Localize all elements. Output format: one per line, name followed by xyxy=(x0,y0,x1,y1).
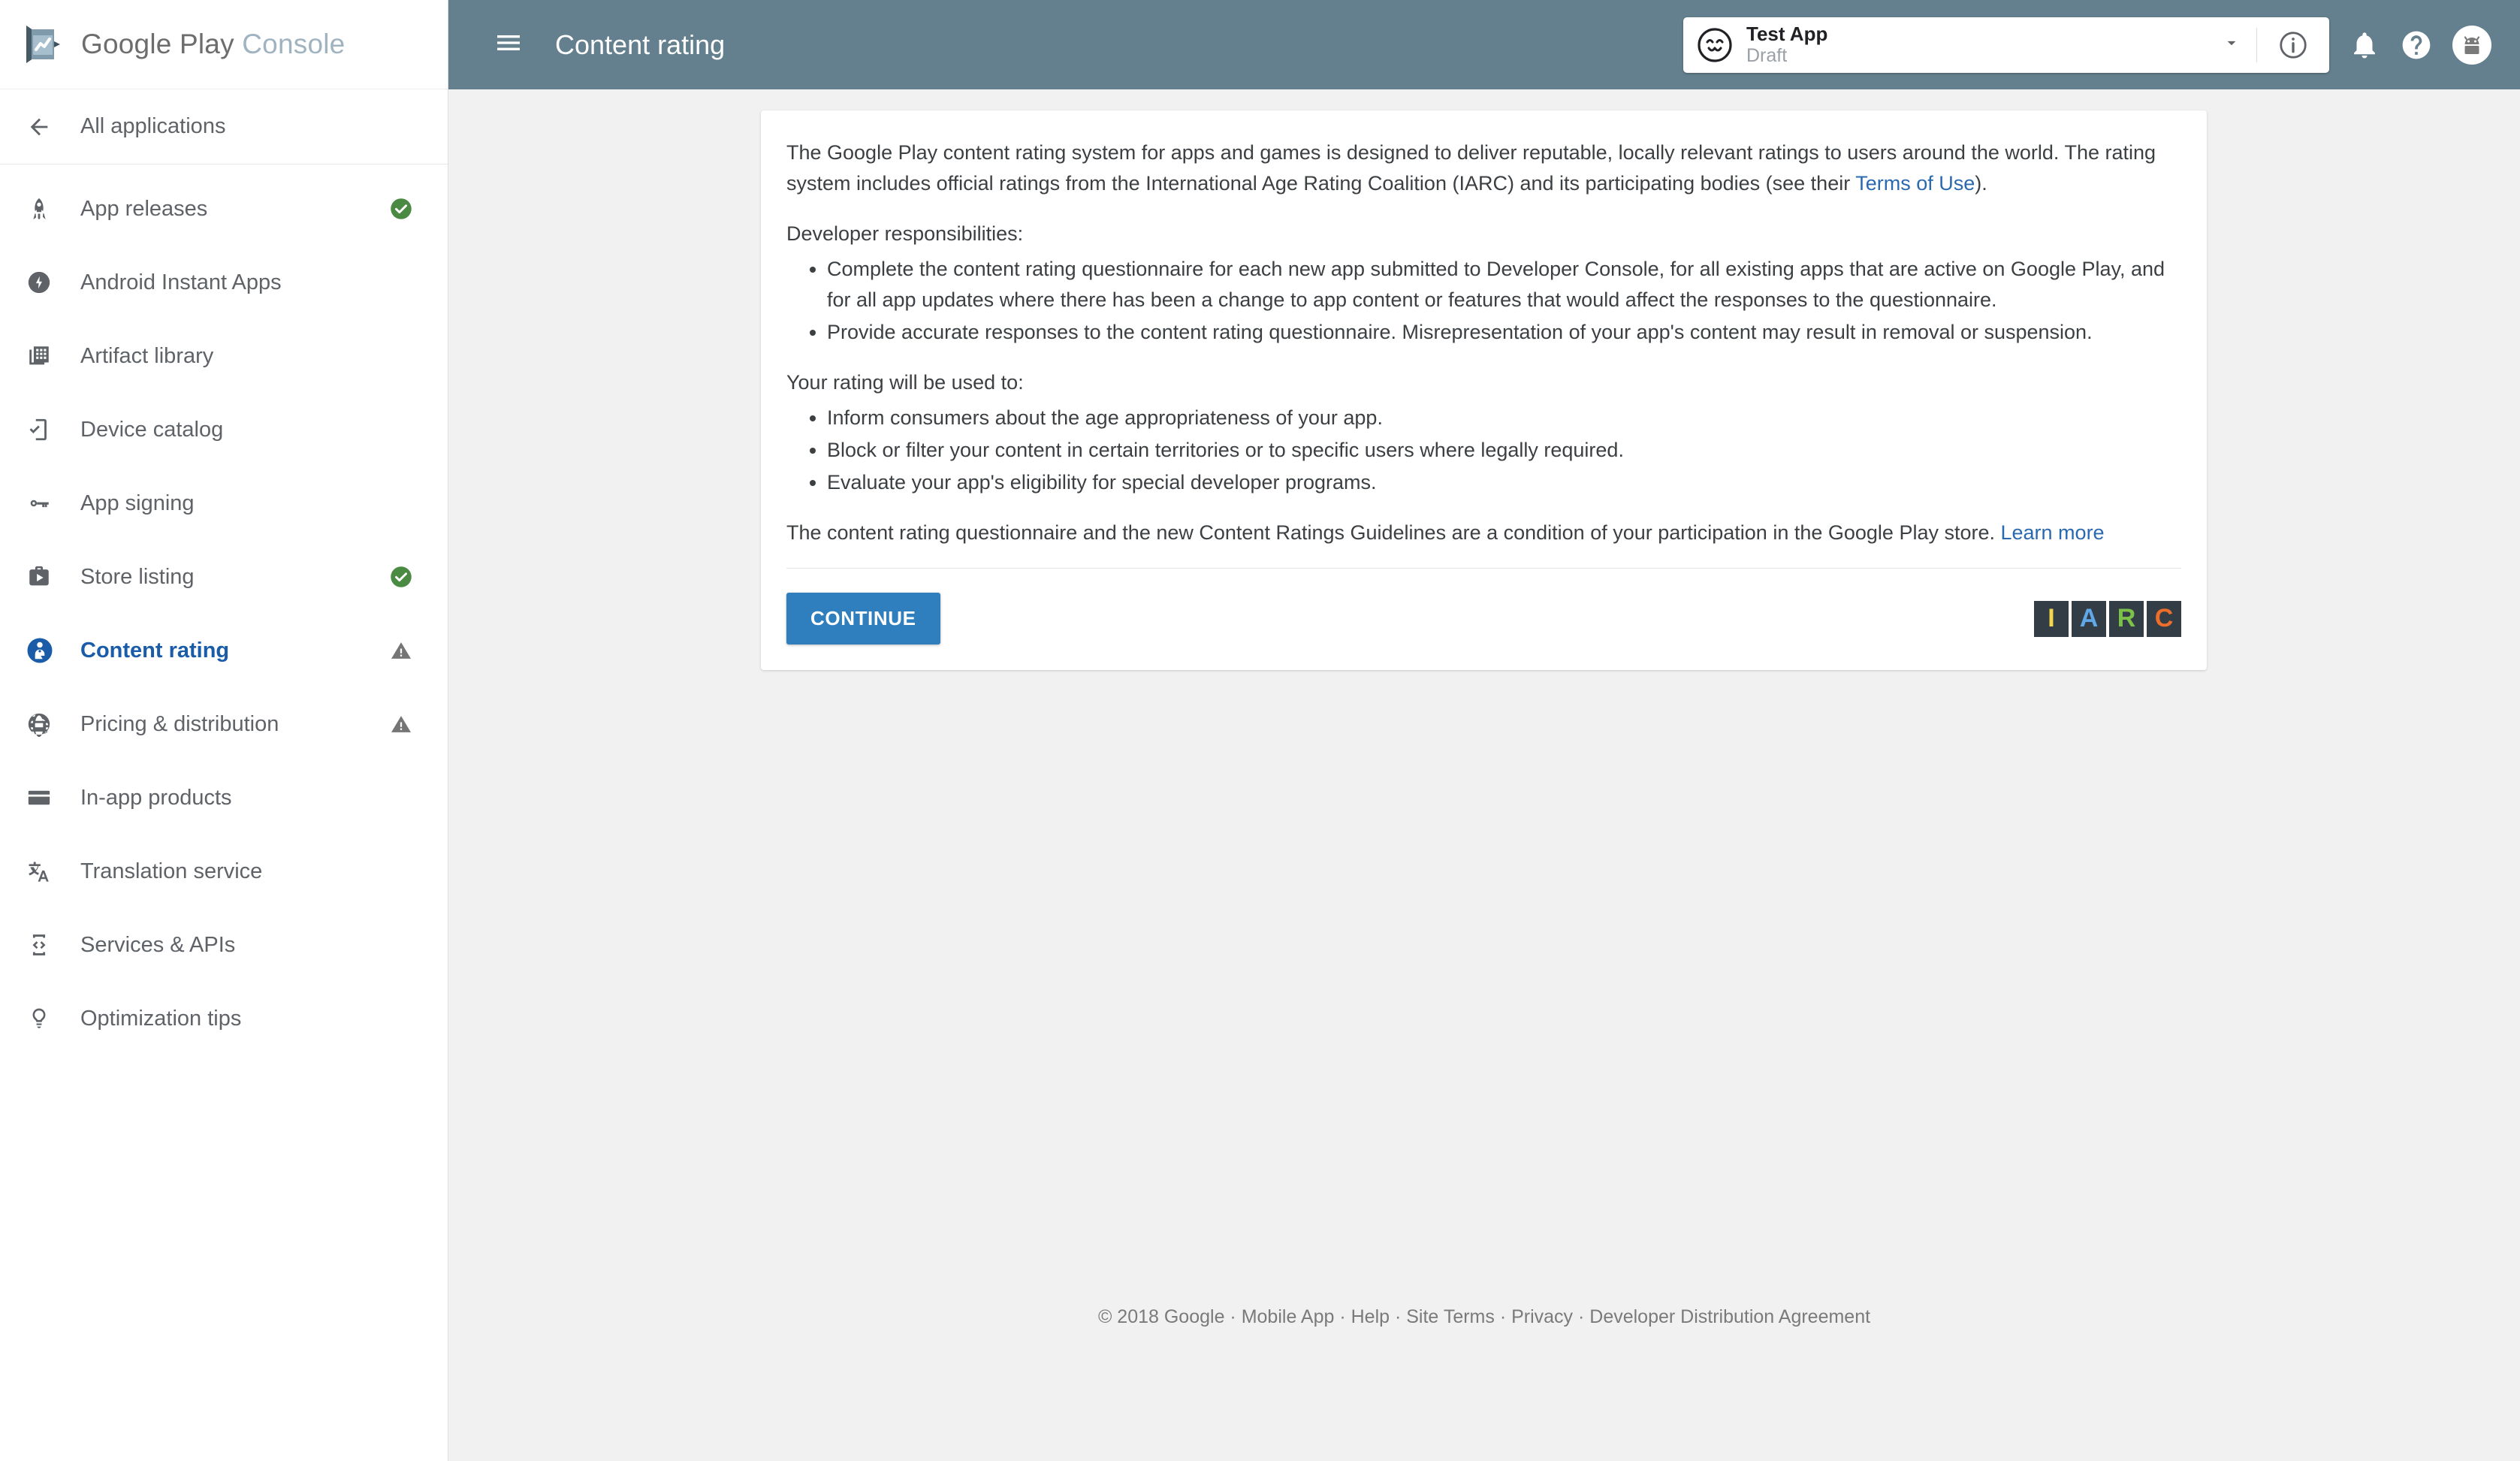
closing-text: The content rating questionnaire and the… xyxy=(786,521,2001,544)
bolt-circle-icon xyxy=(26,270,67,295)
sidebar-item-label: Content rating xyxy=(80,638,230,663)
sidebar-item-translation-service[interactable]: Translation service xyxy=(0,835,448,908)
translate-icon xyxy=(26,859,67,884)
app-selector-meta: Test App Draft xyxy=(1746,23,1827,66)
sidebar-item-pricing-distribution[interactable]: Pricing & distribution xyxy=(0,687,448,761)
usage-item: Inform consumers about the age appropria… xyxy=(827,403,2181,433)
help-circle-icon[interactable] xyxy=(2400,29,2433,62)
topbar: Content rating Test App Draft xyxy=(448,0,2520,89)
play-console-logo-icon xyxy=(21,23,65,66)
learn-more-link[interactable]: Learn more xyxy=(2001,521,2105,544)
app-name: Test App xyxy=(1746,22,1828,45)
app-state-label: Draft xyxy=(1746,45,1788,67)
responsibility-item: Complete the content rating questionnair… xyxy=(827,254,2181,315)
iarc-letter-r: R xyxy=(2109,600,2144,637)
info-circle-icon[interactable] xyxy=(2257,29,2329,61)
iarc-letter-i: I xyxy=(2034,600,2069,637)
card-divider xyxy=(786,568,2181,569)
library-icon xyxy=(26,343,67,369)
sidebar-item-label: Pricing & distribution xyxy=(80,711,279,736)
app-selector[interactable]: Test App Draft xyxy=(1683,17,2329,73)
code-device-icon xyxy=(26,932,67,958)
terms-of-use-link[interactable]: Terms of Use xyxy=(1855,172,1975,195)
sidebar-item-label: In-app products xyxy=(80,785,232,810)
closing-paragraph: The content rating questionnaire and the… xyxy=(786,518,2181,548)
sidebar-item-label: Store listing xyxy=(80,564,195,589)
content-rating-card: The Google Play content rating system fo… xyxy=(761,110,2207,670)
sidebar-item-services-apis[interactable]: Services & APIs xyxy=(0,908,448,982)
sidebar-nav-list: App releases Android Instant Apps Artifact… xyxy=(0,165,448,1055)
intro-paragraph: The Google Play content rating system fo… xyxy=(786,137,2181,199)
sidebar-item-content-rating[interactable]: Content rating xyxy=(0,614,448,687)
sidebar-item-all-applications[interactable]: All applications xyxy=(0,89,448,165)
sidebar: Google Play Console All applications App… xyxy=(0,0,448,1461)
topbar-actions: Test App Draft xyxy=(1683,17,2520,73)
sidebar-item-artifact-library[interactable]: Artifact library xyxy=(0,319,448,393)
main-content: The Google Play content rating system fo… xyxy=(448,89,2520,1461)
key-icon xyxy=(26,491,67,516)
responsibilities-heading: Developer responsibilities: xyxy=(786,222,1024,245)
brand-title-secondary: Console xyxy=(242,29,346,59)
responsibilities-list: Complete the content rating questionnair… xyxy=(786,254,2181,348)
sidebar-item-label: App signing xyxy=(80,491,195,515)
arrow-left-icon xyxy=(26,114,67,140)
footer-text: © 2018 Google · Mobile App · Help · Site… xyxy=(1097,1306,1871,1327)
hamburger-menu-icon[interactable] xyxy=(493,28,524,62)
iarc-logo: IARC xyxy=(2034,600,2181,637)
status-warning-icon xyxy=(385,639,418,662)
store-icon xyxy=(26,564,67,590)
android-avatar-icon[interactable] xyxy=(2452,25,2491,65)
intro-text-b: ). xyxy=(1975,172,1987,195)
sidebar-item-android-instant-apps[interactable]: Android Instant Apps xyxy=(0,246,448,319)
smiley-face-icon xyxy=(1697,27,1733,63)
responsibility-item: Provide accurate responses to the conten… xyxy=(827,317,2181,348)
person-badge-icon xyxy=(26,637,67,664)
sidebar-item-app-releases[interactable]: App releases xyxy=(0,172,448,246)
iarc-letter-c: C xyxy=(2147,600,2181,637)
iarc-letter-a: A xyxy=(2072,600,2106,637)
brand-header[interactable]: Google Play Console xyxy=(0,0,448,89)
sidebar-item-label: Artifact library xyxy=(80,343,214,368)
sidebar-item-label: Translation service xyxy=(80,859,263,883)
device-check-icon xyxy=(26,417,67,442)
globe-icon xyxy=(26,711,67,737)
usage-heading: Your rating will be used to: xyxy=(786,371,1024,394)
status-complete-icon xyxy=(385,198,418,220)
bell-icon[interactable] xyxy=(2349,29,2380,61)
footer: © 2018 Google · Mobile App · Help · Site… xyxy=(448,1306,2520,1328)
page-title: Content rating xyxy=(555,29,726,60)
chevron-down-icon[interactable] xyxy=(2222,33,2241,56)
brand-title: Google Play Console xyxy=(81,29,345,60)
card-icon xyxy=(26,785,67,810)
usage-item: Block or filter your content in certain … xyxy=(827,435,2181,466)
sidebar-item-label: Android Instant Apps xyxy=(80,270,282,294)
status-complete-icon xyxy=(385,566,418,588)
lightbulb-icon xyxy=(26,1006,67,1031)
brand-title-primary: Google Play xyxy=(81,29,234,59)
sidebar-item-label: Optimization tips xyxy=(80,1006,242,1031)
status-warning-icon xyxy=(385,713,418,735)
sidebar-item-store-listing[interactable]: Store listing xyxy=(0,540,448,614)
sidebar-item-label: All applications xyxy=(80,114,226,138)
rocket-icon xyxy=(26,196,67,222)
usage-list: Inform consumers about the age appropria… xyxy=(786,403,2181,498)
sidebar-item-in-app-products[interactable]: In-app products xyxy=(0,761,448,835)
sidebar-item-app-signing[interactable]: App signing xyxy=(0,466,448,540)
card-actions: CONTINUE IARC xyxy=(786,593,2181,644)
sidebar-item-device-catalog[interactable]: Device catalog xyxy=(0,393,448,466)
continue-button[interactable]: CONTINUE xyxy=(786,593,940,644)
usage-item: Evaluate your app's eligibility for spec… xyxy=(827,467,2181,498)
sidebar-item-label: Services & APIs xyxy=(80,932,236,957)
sidebar-item-label: App releases xyxy=(80,196,208,221)
sidebar-item-optimization-tips[interactable]: Optimization tips xyxy=(0,982,448,1055)
sidebar-item-label: Device catalog xyxy=(80,417,224,442)
